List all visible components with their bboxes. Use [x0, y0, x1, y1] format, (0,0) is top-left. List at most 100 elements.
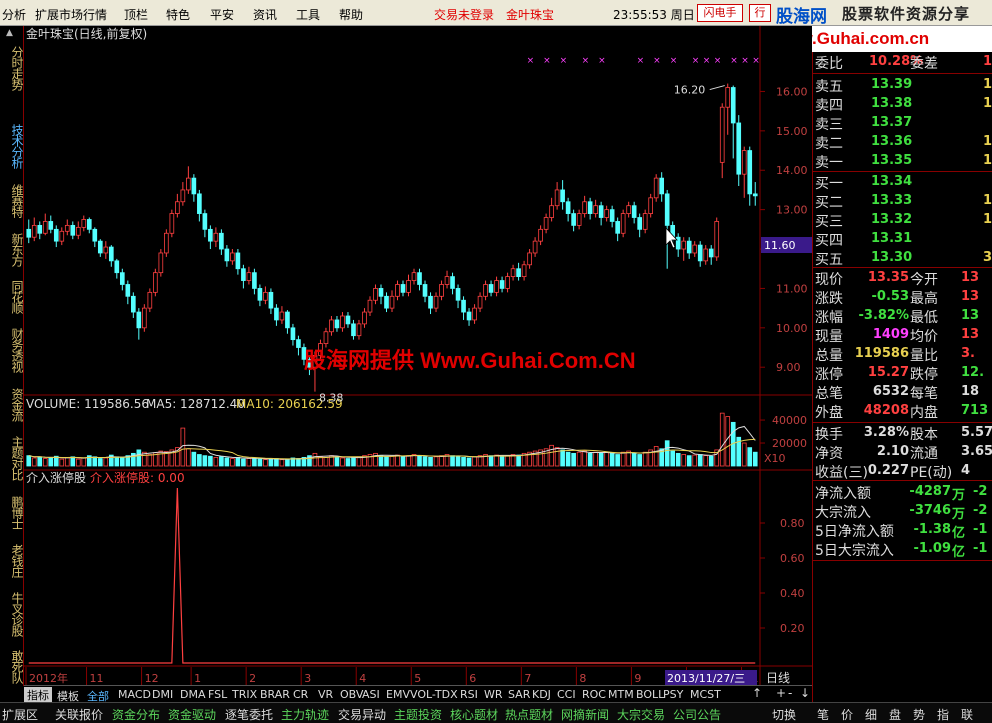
indicator-tab-emv[interactable]: EMV	[386, 688, 410, 701]
function-tab[interactable]: 关联报价	[55, 706, 103, 723]
quote-view-button[interactable]: 价	[841, 706, 853, 723]
candle-body	[593, 205, 598, 214]
indicator-tab-wr[interactable]: WR	[484, 688, 503, 701]
menu-top-bar[interactable]: 顶栏	[124, 6, 148, 23]
menu-analysis[interactable]: 分析	[2, 6, 26, 23]
signal-marker: ×	[714, 56, 722, 66]
indicator-tab-trix[interactable]: TRIX	[232, 688, 257, 701]
indicator-tab-dmi[interactable]: DMI	[152, 688, 173, 701]
indicator-tab-roc[interactable]: ROC	[582, 688, 606, 701]
tab-financial[interactable]: 财务透视	[1, 322, 24, 378]
quote-view-button[interactable]: 笔	[817, 706, 829, 723]
volume-bar	[37, 456, 43, 467]
indicator-tab-obv[interactable]: OBV	[340, 688, 363, 701]
menu-features[interactable]: 特色	[166, 6, 190, 23]
capital-flow-row[interactable]: 5日大宗流入 -1.09 亿 -1	[813, 540, 992, 560]
candle-body	[620, 213, 626, 234]
candle-body	[367, 299, 373, 313]
volume-bar	[708, 455, 714, 467]
menu-tools[interactable]: 工具	[296, 6, 320, 23]
flash-trade-button[interactable]: 闪电手	[697, 4, 743, 22]
period-plus-button[interactable]: +	[776, 686, 786, 700]
indicator-tab-rsi[interactable]: RSI	[460, 688, 478, 701]
function-tab[interactable]: 热点题材	[505, 706, 553, 723]
function-tab[interactable]: 逐笔委托	[225, 706, 273, 723]
volume-bar	[626, 450, 631, 467]
function-tab[interactable]: 核心题材	[450, 706, 498, 723]
tab-scroll-up-icon[interactable]: ▲	[6, 28, 13, 38]
indicator-tab-vr[interactable]: VR	[318, 688, 333, 701]
indicator-tab-dma[interactable]: DMA	[180, 688, 206, 701]
tab-pengboshi[interactable]: 鹏博士	[1, 490, 24, 534]
tab-theme-compare[interactable]: 主题对比	[1, 430, 24, 486]
candle-body	[108, 246, 114, 262]
function-tab[interactable]: 公司公告	[673, 706, 721, 723]
indicator-tab-fsl[interactable]: FSL	[208, 688, 227, 701]
tab-niucha[interactable]: 牛叉诊股	[1, 586, 24, 642]
indicator-tab-cr[interactable]: CR	[293, 688, 308, 701]
indicator-tab-mtm[interactable]: MTM	[608, 688, 634, 701]
kline-chart[interactable]: 金叶珠宝(日线,前复权) × × × × × × × × × × × × × × 16.0015.0014…	[24, 26, 812, 686]
indicator-tab-cci[interactable]: CCI	[557, 688, 576, 701]
logo-brand: 股海网	[776, 7, 827, 27]
candle-body	[119, 272, 125, 285]
trade-login-status[interactable]: 交易未登录	[434, 6, 494, 23]
period-up-button[interactable]: ↑	[752, 686, 762, 700]
tab-xindongfang[interactable]: 新东方	[1, 227, 24, 271]
function-tab[interactable]: 主题投资	[394, 706, 442, 723]
indicator-tab-sar[interactable]: SAR	[508, 688, 530, 701]
quote-view-button[interactable]: 联	[961, 706, 973, 723]
period-minus-button[interactable]: -	[788, 686, 792, 700]
quote-button[interactable]: 行	[749, 4, 771, 22]
volume-bar	[246, 458, 252, 467]
indicator-tab-macd[interactable]: MACD	[118, 688, 151, 701]
candle-body	[114, 260, 120, 274]
ma5-label: MA5: 128712.40	[146, 397, 245, 411]
switch-button[interactable]: 切换	[772, 706, 796, 723]
volume-bar	[384, 456, 389, 467]
capital-flow-row[interactable]: 大宗流入 -3746 万 -2	[813, 502, 992, 522]
tab-laoqianzhuang[interactable]: 老钱庄	[1, 538, 24, 582]
indicator-tab-brar[interactable]: BRAR	[260, 688, 290, 701]
tab-intraday[interactable]: 分时走势	[1, 40, 24, 96]
tab-capital-flow[interactable]: 资金流	[1, 382, 24, 426]
quote-view-button[interactable]: 势	[913, 706, 925, 723]
quote-view-button[interactable]: 指	[937, 706, 949, 723]
function-tab[interactable]: 资金分布	[112, 706, 160, 723]
menu-news[interactable]: 资讯	[253, 6, 277, 23]
function-tab[interactable]: 网摘新闻	[561, 706, 609, 723]
quote-stat-label: 今开	[910, 272, 938, 288]
menu-help[interactable]: 帮助	[339, 6, 363, 23]
indicator-tab-boll[interactable]: BOLL	[636, 688, 664, 701]
volume-bar	[191, 451, 197, 467]
volume-bar	[340, 457, 345, 467]
quote-view-button[interactable]: 细	[865, 706, 877, 723]
menu-pingan[interactable]: 平安	[210, 6, 234, 23]
function-tab[interactable]: 大宗交易	[617, 706, 665, 723]
chart-area[interactable]: 金叶珠宝(日线,前复权) × × × × × × × × × × × × × × 16.00 15.00 14…	[24, 26, 812, 686]
function-tab[interactable]: 主力轨迹	[281, 706, 329, 723]
indicator-tab-psy[interactable]: PSY	[663, 688, 683, 701]
period-label[interactable]: 日线	[766, 669, 790, 686]
indicator-tab-kdj[interactable]: KDJ	[532, 688, 551, 701]
capital-flow-row[interactable]: 净流入额 -4287 万 -2	[813, 483, 992, 503]
tab-technical[interactable]: 技术分析	[1, 118, 24, 174]
function-tab[interactable]: 资金驱动	[168, 706, 216, 723]
quote-view-button[interactable]: 盘	[889, 706, 901, 723]
indicator-tab-asi[interactable]: ASI	[362, 688, 380, 701]
function-tab[interactable]: 扩展区	[2, 706, 38, 723]
function-tab[interactable]: 交易异动	[338, 706, 386, 723]
tab-weisaite[interactable]: 维赛特	[1, 178, 24, 222]
quote-row-label: 卖三	[815, 117, 843, 133]
tab-tonghuashun[interactable]: 同花顺	[1, 274, 24, 318]
volume-bar	[598, 452, 604, 467]
capital-flow-row[interactable]: 5日净流入额 -1.38 亿 -1	[813, 521, 992, 541]
candle-body	[384, 295, 389, 309]
candle-body	[186, 177, 191, 191]
tab-gansidui[interactable]: 敢死队	[1, 646, 24, 686]
indicator-tab-mcst[interactable]: MCST	[690, 688, 721, 701]
period-down-button[interactable]: ↓	[800, 686, 810, 700]
indicator-tab-voltdx[interactable]: VOL-TDX	[410, 688, 458, 701]
indicator-tab[interactable]: 指标	[24, 687, 52, 703]
menu-extended-market[interactable]: 扩展市场行情	[35, 6, 107, 23]
